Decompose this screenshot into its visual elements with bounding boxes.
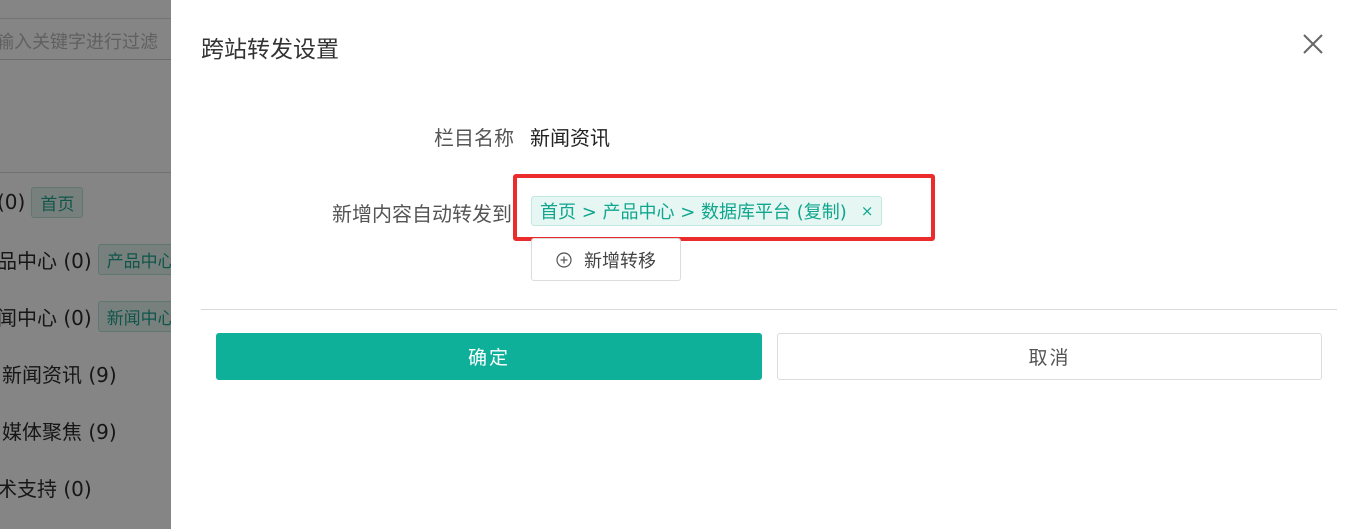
column-name-value: 新闻资讯 <box>530 126 610 150</box>
cross-site-forward-dialog: 跨站转发设置 栏目名称 新闻资讯 新增内容自动转发到 首页 > 产品中心 > 数… <box>171 0 1355 529</box>
highlight-box <box>513 174 935 241</box>
add-move-button[interactable]: 新增转移 <box>531 238 681 281</box>
plus-circle-icon <box>556 251 572 268</box>
dialog-title: 跨站转发设置 <box>201 37 339 63</box>
footer-divider <box>201 309 1337 310</box>
forward-target-label: 新增内容自动转发到 <box>332 202 512 226</box>
add-move-label: 新增转移 <box>584 250 656 272</box>
column-name-label: 栏目名称 <box>434 126 514 150</box>
close-icon[interactable] <box>1299 30 1327 58</box>
confirm-button[interactable]: 确定 <box>216 333 762 380</box>
cancel-button[interactable]: 取消 <box>777 333 1322 380</box>
modal-overlay[interactable] <box>0 0 171 529</box>
